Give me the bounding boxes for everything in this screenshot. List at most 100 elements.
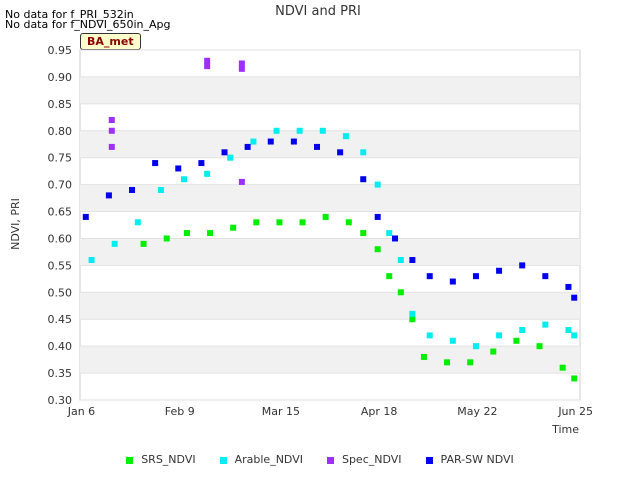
data-point bbox=[322, 213, 329, 220]
data-point bbox=[342, 133, 349, 140]
data-point bbox=[267, 138, 274, 145]
data-point bbox=[108, 127, 115, 134]
data-point bbox=[152, 160, 159, 167]
x-tick-label: Mar 15 bbox=[262, 405, 300, 418]
data-point bbox=[88, 257, 95, 263]
data-point bbox=[496, 332, 503, 339]
data-point bbox=[345, 219, 352, 226]
x-tick-label: May 22 bbox=[457, 405, 497, 418]
data-point bbox=[397, 257, 404, 263]
x-tick-label: Jun 25 bbox=[557, 405, 593, 418]
data-point bbox=[105, 192, 112, 199]
y-tick-label: 0.85 bbox=[48, 98, 73, 111]
data-point bbox=[426, 332, 433, 339]
data-point bbox=[374, 181, 381, 188]
y-tick-label: 0.60 bbox=[48, 232, 73, 245]
legend-swatch bbox=[425, 456, 433, 464]
data-point bbox=[181, 176, 188, 183]
data-point bbox=[253, 219, 260, 226]
y-tick-label: 0.90 bbox=[48, 71, 73, 84]
data-point bbox=[238, 65, 245, 72]
data-point bbox=[513, 337, 520, 344]
legend-swatch bbox=[126, 456, 134, 464]
data-point bbox=[250, 138, 257, 145]
data-point bbox=[198, 160, 205, 167]
data-point bbox=[565, 283, 572, 290]
data-point bbox=[397, 289, 404, 296]
x-tick-label: Apr 18 bbox=[361, 405, 398, 418]
y-tick-label: 0.45 bbox=[48, 313, 73, 326]
data-point bbox=[108, 143, 115, 150]
data-point bbox=[238, 178, 245, 185]
data-point bbox=[230, 224, 237, 231]
legend: SRS_NDVI Arable_NDVI Spec_NDVI PAR-SW NDVI bbox=[0, 453, 640, 466]
data-point bbox=[496, 267, 503, 274]
data-point bbox=[571, 332, 578, 339]
grid-bands bbox=[79, 49, 581, 401]
legend-label: Spec_NDVI bbox=[341, 453, 402, 466]
y-tick-label: 0.70 bbox=[48, 179, 73, 192]
data-point bbox=[296, 127, 303, 134]
data-point bbox=[386, 273, 393, 280]
data-point bbox=[449, 337, 456, 344]
y-tick-label: 0.55 bbox=[48, 259, 73, 272]
data-point bbox=[420, 353, 427, 360]
y-tick-label: 0.65 bbox=[48, 206, 73, 219]
data-point bbox=[386, 230, 393, 237]
legend-item[interactable]: Spec_NDVI bbox=[326, 453, 402, 466]
y-tick-label: 0.80 bbox=[48, 125, 73, 138]
data-point bbox=[409, 316, 416, 323]
data-point bbox=[163, 235, 170, 242]
x-axis-label: Time bbox=[551, 423, 579, 436]
y-axis-label: NDVI, PRI bbox=[9, 198, 22, 250]
data-point bbox=[360, 176, 367, 183]
data-point bbox=[108, 117, 115, 123]
y-tick-label: 0.95 bbox=[48, 44, 73, 57]
legend-label: Arable_NDVI bbox=[234, 453, 303, 466]
data-point bbox=[490, 348, 497, 355]
y-tick-label: 0.50 bbox=[48, 286, 73, 299]
data-point bbox=[374, 246, 381, 253]
data-point bbox=[449, 278, 456, 285]
data-point bbox=[519, 327, 526, 333]
data-point bbox=[409, 257, 416, 263]
y-tick-label: 0.35 bbox=[48, 367, 73, 380]
data-point bbox=[467, 359, 474, 366]
legend-item[interactable]: SRS_NDVI bbox=[126, 453, 196, 466]
data-point bbox=[409, 310, 416, 317]
data-point bbox=[111, 240, 118, 247]
data-point bbox=[536, 343, 543, 350]
y-tick-label: 0.75 bbox=[48, 152, 73, 165]
legend-item[interactable]: PAR-SW NDVI bbox=[425, 453, 514, 466]
chart-title: NDVI and PRI bbox=[275, 4, 361, 19]
data-point bbox=[542, 321, 549, 328]
legend-swatch bbox=[326, 456, 334, 464]
data-point bbox=[238, 60, 245, 67]
data-point bbox=[244, 143, 251, 150]
data-point bbox=[542, 273, 549, 280]
data-point bbox=[204, 170, 211, 177]
data-point bbox=[82, 213, 89, 220]
data-point bbox=[565, 327, 572, 333]
data-point bbox=[472, 273, 479, 280]
data-point bbox=[276, 219, 283, 226]
data-point bbox=[221, 149, 228, 156]
x-tick-label: Feb 9 bbox=[165, 405, 195, 418]
ndvi-pri-chart: NDVI and PRI 0.300.350.400.450.500.550.6… bbox=[9, 4, 593, 436]
data-point bbox=[183, 230, 190, 237]
data-point bbox=[129, 187, 136, 193]
data-point bbox=[204, 63, 211, 70]
data-point bbox=[571, 294, 578, 301]
data-point bbox=[426, 273, 433, 280]
data-point bbox=[571, 375, 578, 382]
data-point bbox=[207, 230, 214, 237]
y-tick-label: 0.40 bbox=[48, 340, 73, 353]
data-point bbox=[140, 240, 147, 247]
data-point bbox=[290, 138, 297, 145]
data-point bbox=[313, 143, 320, 150]
data-point bbox=[204, 57, 211, 64]
data-point bbox=[444, 359, 451, 366]
legend-item[interactable]: Arable_NDVI bbox=[219, 453, 303, 466]
data-point bbox=[273, 127, 280, 134]
data-point bbox=[360, 230, 367, 237]
